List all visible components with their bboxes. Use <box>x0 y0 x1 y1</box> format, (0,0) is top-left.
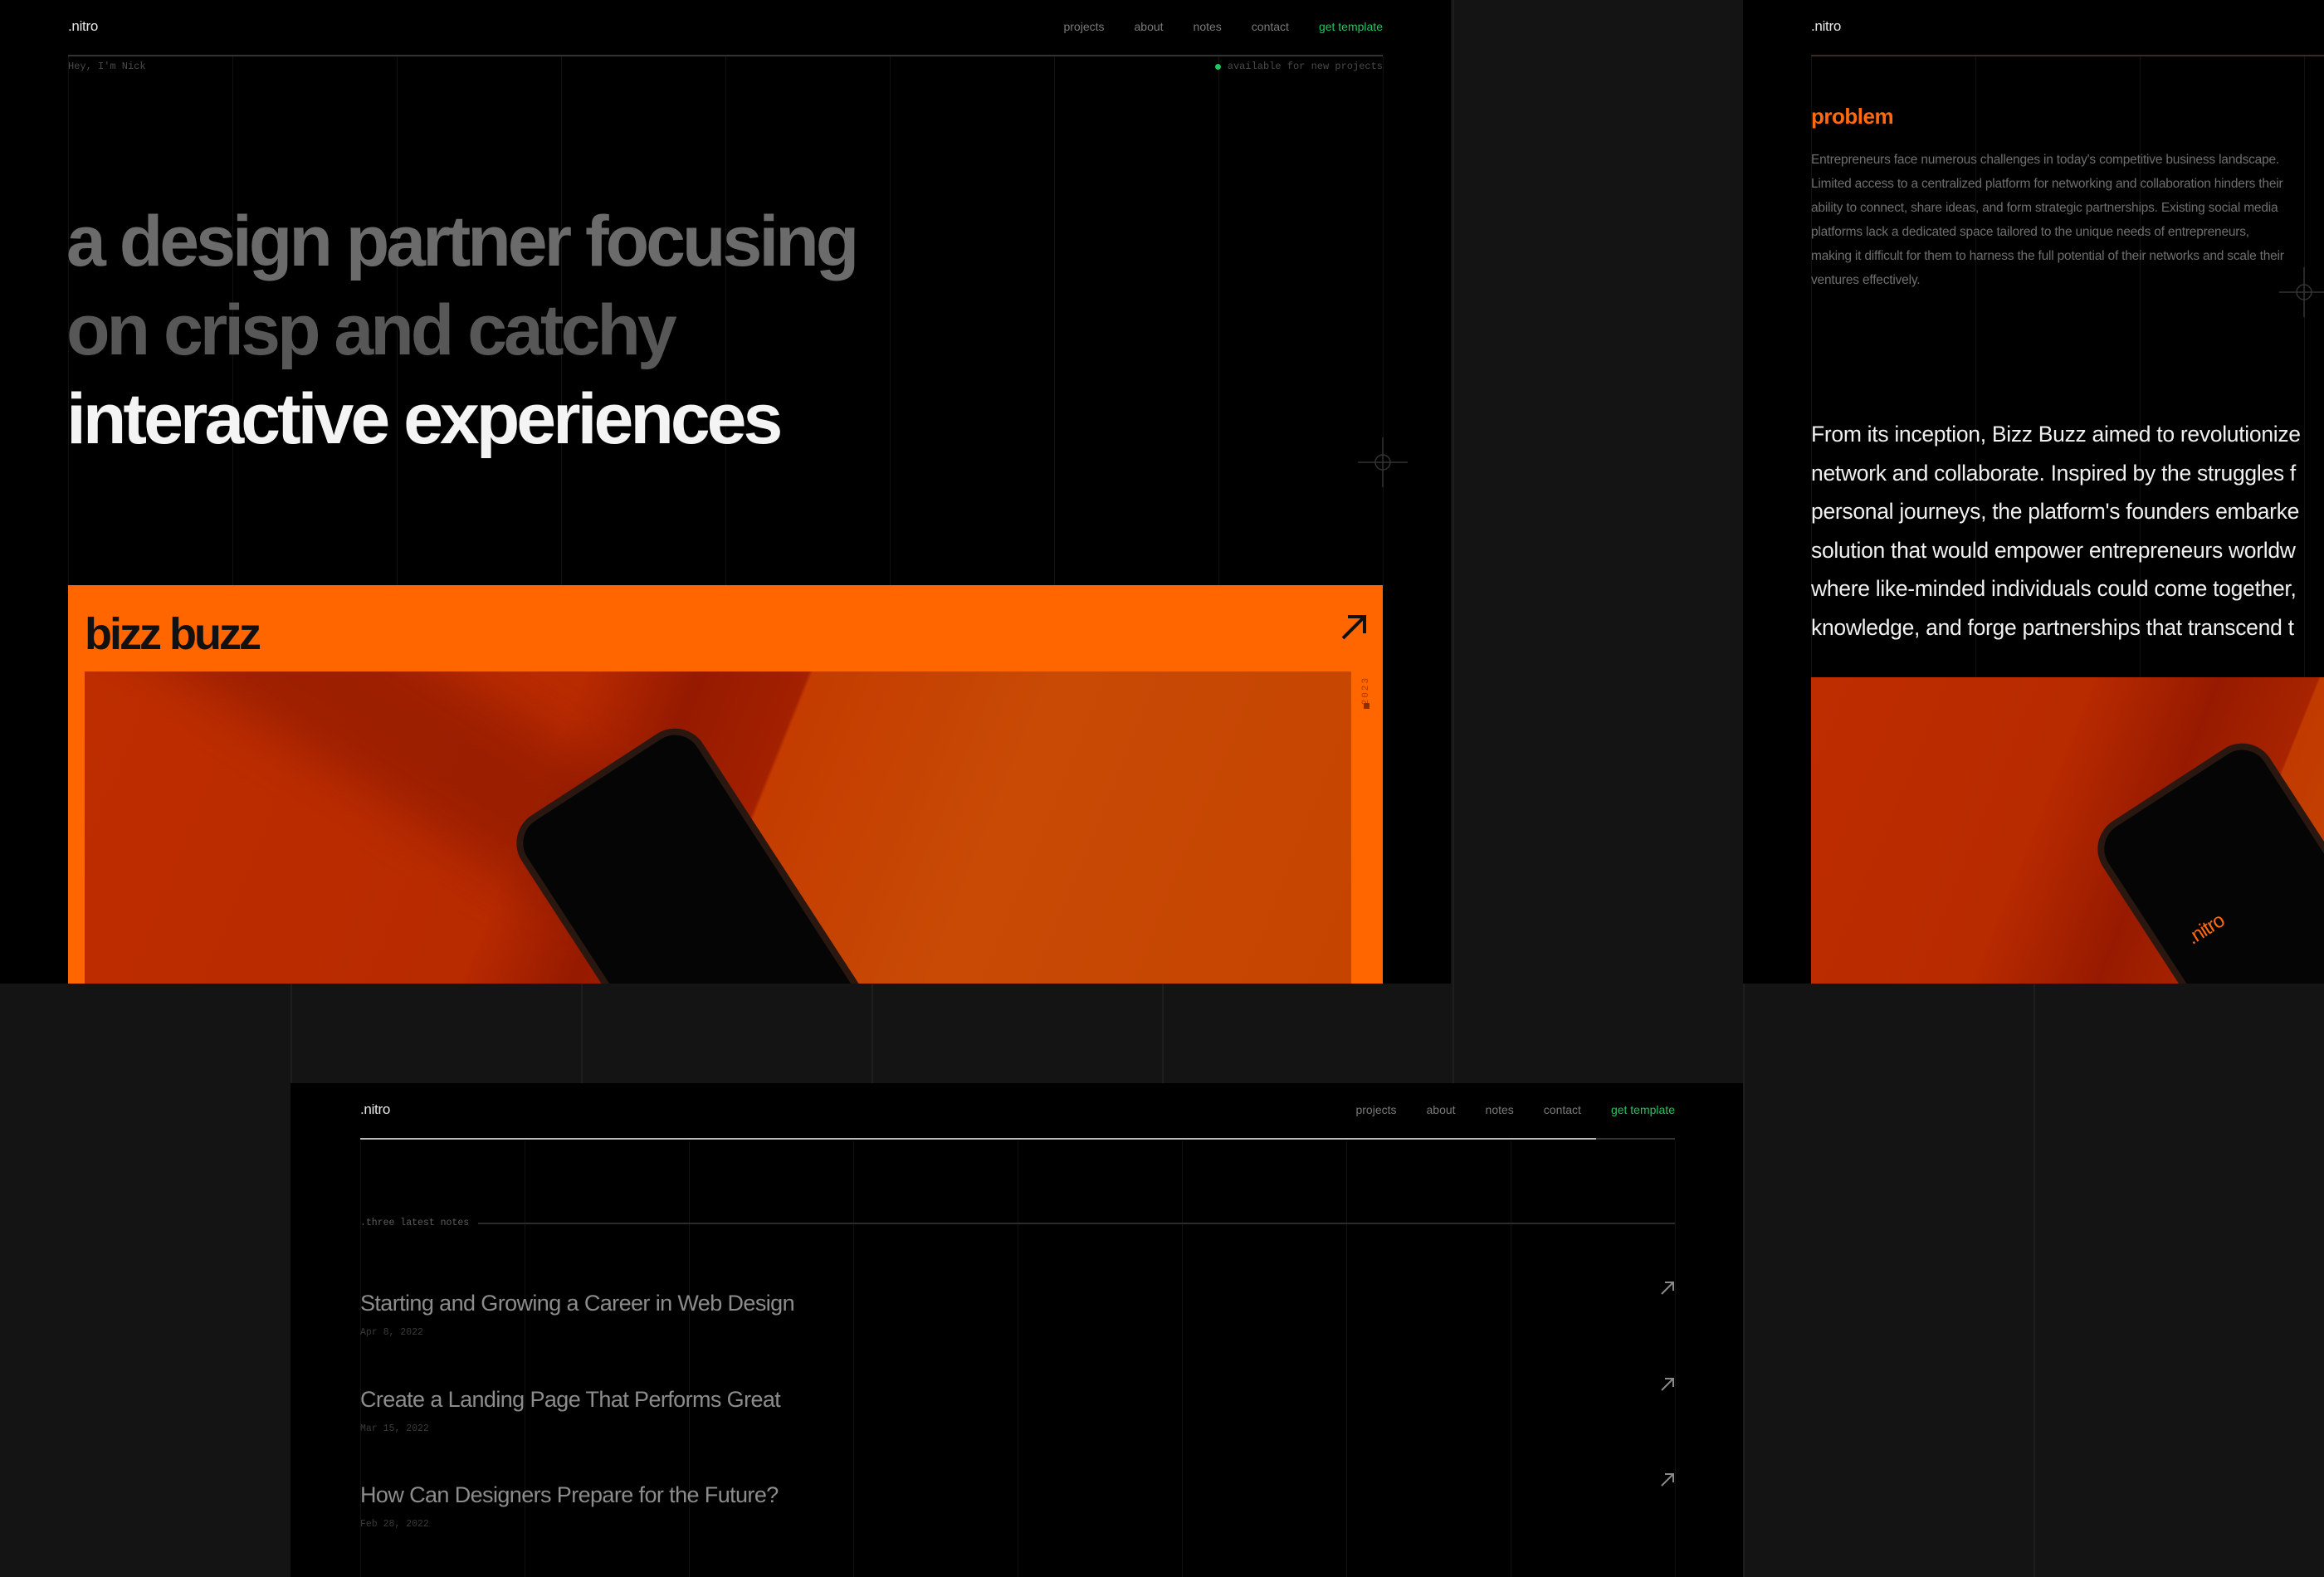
logo[interactable]: .nitro <box>1811 18 1841 35</box>
availability-text: available for new projects <box>1227 61 1383 72</box>
story-line: where like-minded individuals could come… <box>1811 576 2297 601</box>
availability-status: available for new projects <box>1214 61 1383 72</box>
notes-section-label: .three latest notes <box>360 1218 470 1228</box>
arrow-up-right-icon[interactable] <box>1660 1281 1675 1296</box>
note-title[interactable]: Create a Landing Page That Performs Grea… <box>360 1387 781 1413</box>
crosshair-icon <box>1358 437 1408 487</box>
headline-line-1: a design partner focusing <box>66 202 859 281</box>
project-year: 2023 <box>1361 676 1371 706</box>
problem-heading: problem <box>1811 104 1894 129</box>
notes-section-divider <box>478 1223 1675 1224</box>
story-line: personal journeys, the platform's founde… <box>1811 499 2300 524</box>
grid-line <box>890 56 891 588</box>
arrow-up-right-icon[interactable] <box>1660 1472 1675 1487</box>
grid-line <box>725 56 726 588</box>
hero-page-screenshot: .nitro projects about notes contact get … <box>0 0 1451 984</box>
headline-line-3: interactive experiences <box>66 379 783 459</box>
problem-description: Entrepreneurs face numerous challenges i… <box>1811 153 2284 287</box>
logo[interactable]: .nitro <box>360 1101 390 1118</box>
project-title: bizz buzz <box>85 609 261 659</box>
nav-contact[interactable]: contact <box>1252 20 1289 33</box>
project-card-bizz-buzz[interactable]: bizz buzz 2023 <box>68 585 1383 984</box>
note-date: Feb 28, 2022 <box>360 1519 429 1530</box>
note-title[interactable]: How Can Designers Prepare for the Future… <box>360 1482 779 1508</box>
year-marker <box>1364 703 1370 709</box>
note-date: Apr 8, 2022 <box>360 1327 423 1338</box>
headline-line-2: on crisp and catchy <box>66 290 677 370</box>
story-line: From its inception, Bizz Buzz aimed to r… <box>1811 422 2301 447</box>
note-title[interactable]: Starting and Growing a Career in Web Des… <box>360 1291 795 1316</box>
nav-links: projects about notes contact get templat… <box>1033 20 1383 33</box>
greeting: Hey, I'm Nick <box>68 61 146 72</box>
nav-notes[interactable]: notes <box>1194 20 1222 33</box>
nav-projects[interactable]: projects <box>1355 1103 1396 1116</box>
get-template-link[interactable]: get template <box>1611 1103 1675 1116</box>
logo[interactable]: .nitro <box>68 18 98 35</box>
notes-page-screenshot: .nitro projects about notes contact get … <box>290 1083 1743 1577</box>
case-study-page-screenshot: .nitro problem Entrepreneurs face numero… <box>1743 0 2324 984</box>
status-dot-icon <box>1214 63 1221 70</box>
header-divider <box>68 55 1383 56</box>
nav-about[interactable]: about <box>1427 1103 1456 1116</box>
note-item[interactable]: Create a Landing Page That Performs Grea… <box>360 1378 1675 1462</box>
case-study-image: .nitro <box>1811 677 2324 984</box>
note-date: Mar 15, 2022 <box>360 1423 429 1434</box>
story-line: solution that would empower entrepreneur… <box>1811 537 2296 563</box>
grid-line <box>1675 1141 1676 1577</box>
grid-line <box>1054 56 1055 588</box>
nav-projects[interactable]: projects <box>1063 20 1104 33</box>
arrow-up-right-icon[interactable] <box>1660 1377 1675 1392</box>
crosshair-icon <box>2279 267 2324 317</box>
nav-notes[interactable]: notes <box>1486 1103 1514 1116</box>
story-line: network and collaborate. Inspired by the… <box>1811 460 2296 486</box>
grid-line <box>1383 56 1384 588</box>
scroll-progress-fill <box>360 1138 1596 1140</box>
project-image <box>85 671 1351 984</box>
grid-line <box>1218 56 1219 588</box>
nav-contact[interactable]: contact <box>1544 1103 1581 1116</box>
scroll-progress-bar <box>360 1138 1675 1140</box>
nav-links: projects about notes contact get templat… <box>1326 1103 1675 1116</box>
note-item[interactable]: How Can Designers Prepare for the Future… <box>360 1473 1675 1557</box>
nav-about[interactable]: about <box>1135 20 1164 33</box>
header-divider <box>1811 55 2324 56</box>
arrow-up-right-icon[interactable] <box>1340 613 1368 642</box>
get-template-link[interactable]: get template <box>1319 20 1383 33</box>
story-paragraph: From its inception, Bizz Buzz aimed to r… <box>1811 415 2324 647</box>
story-line: knowledge, and forge partnerships that t… <box>1811 614 2294 640</box>
phone-mockup <box>2085 730 2324 984</box>
note-item[interactable]: Starting and Growing a Career in Web Des… <box>360 1282 1675 1365</box>
